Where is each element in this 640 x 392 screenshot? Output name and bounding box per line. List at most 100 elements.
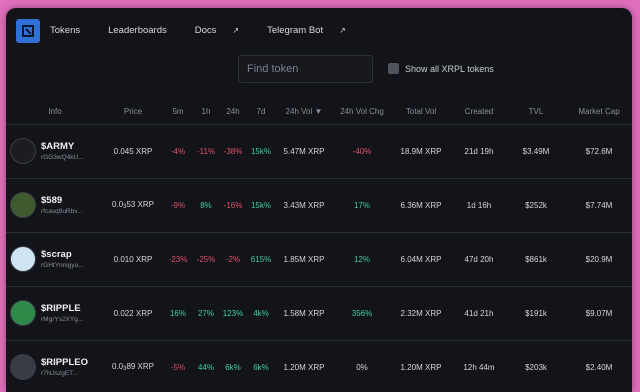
tvl-value: $191k — [506, 285, 566, 340]
price-value: 0.045 XRP — [113, 146, 153, 156]
token-address: rfcasq9uRbv... — [41, 207, 83, 215]
token-name: $ARMY — [41, 140, 75, 152]
change-24h: 123% — [218, 285, 248, 340]
tvl-value: $203k — [506, 339, 566, 392]
change-1h: 8% — [194, 177, 218, 232]
nav-docs[interactable]: Docs ↗ — [195, 25, 253, 36]
change-7d: 6k% — [248, 339, 274, 392]
token-info-cell[interactable]: $589 rfcasq9uRbv... — [6, 177, 104, 232]
token-avatar — [10, 354, 36, 381]
vol-24h: 1.85M XRP — [274, 231, 334, 286]
change-24h: -2% — [218, 231, 248, 286]
vol-24h: 1.58M XRP — [274, 285, 334, 340]
price-cell: 0.022 XRP — [104, 285, 162, 340]
token-info-cell[interactable]: $ARMY rGG3wQ4kU... — [6, 123, 104, 178]
nav-tokens[interactable]: Tokens — [50, 25, 94, 36]
table-row[interactable]: $scrap rGHtYnnigyu... 0.010 XRP -23% -25… — [6, 231, 632, 286]
vol-24h-change: 356% — [334, 285, 390, 340]
total-vol: 6.04M XRP — [390, 231, 452, 286]
token-info-cell[interactable]: $scrap rGHtYnnigyu... — [6, 231, 104, 286]
token-address: rMgrYs2XYg... — [41, 315, 84, 323]
change-5m: -5% — [162, 339, 194, 392]
col-market-cap[interactable]: Market Cap — [566, 100, 632, 124]
nav-leaderboards[interactable]: Leaderboards — [108, 25, 181, 36]
change-7d: 15k% — [248, 123, 274, 178]
token-info-cell[interactable]: $RIPPLE rMgrYs2XYg... — [6, 285, 104, 340]
total-vol: 1.20M XRP — [390, 339, 452, 392]
col-info[interactable]: Info — [6, 100, 104, 124]
col-price[interactable]: Price — [104, 100, 162, 124]
token-avatar — [10, 300, 36, 326]
price-value: 0.010 XRP — [113, 254, 153, 264]
table-row[interactable]: $RIPPLE rMgrYs2XYg... 0.022 XRP 16% 27% … — [6, 285, 632, 340]
token-avatar — [10, 138, 36, 164]
change-7d: 15k% — [248, 177, 274, 232]
token-name: $scrap — [41, 248, 72, 260]
tvl-value: $861k — [506, 231, 566, 286]
change-5m: 16% — [162, 285, 194, 340]
change-1h: -25% — [194, 231, 218, 286]
token-address: r7NJszgET... — [41, 369, 78, 377]
price-value: 0.0353 XRP — [111, 200, 155, 210]
external-link-icon: ↗ — [339, 26, 346, 35]
app-window: Tokens Leaderboards Docs ↗ Telegram Bot ↗ … — [6, 8, 632, 392]
col-created[interactable]: Created — [452, 100, 506, 124]
market-cap-value: $72.6M — [566, 123, 632, 178]
market-cap-value: $7.74M — [566, 177, 632, 232]
token-avatar — [10, 192, 36, 218]
market-cap-value: $2.40M — [566, 339, 632, 392]
col-tvl[interactable]: TVL — [506, 100, 566, 124]
nav-links: Tokens Leaderboards Docs ↗ Telegram Bot ↗ — [50, 25, 374, 36]
created-age: 41d 21h — [452, 285, 506, 340]
tvl-value: $252k — [506, 177, 566, 232]
change-5m: -9% — [162, 177, 194, 232]
xrpl-checkbox[interactable] — [388, 63, 399, 74]
price-cell: 0.0353 XRP — [104, 177, 162, 232]
tokens-table: Info Price 5m 1h 24h 7d 24h Vol ▼ 24h Vo… — [6, 100, 632, 392]
price-cell: 0.010 XRP — [104, 231, 162, 286]
token-avatar — [10, 246, 36, 272]
change-24h: -38% — [218, 123, 248, 178]
table-row[interactable]: $ARMY rGG3wQ4kU... 0.045 XRP -4% -11% -3… — [6, 123, 632, 178]
created-age: 1d 16h — [452, 177, 506, 232]
col-1h[interactable]: 1h — [194, 100, 218, 124]
vol-24h-change: 12% — [334, 231, 390, 286]
nav-telegram-bot[interactable]: Telegram Bot ↗ — [267, 25, 360, 36]
table-row[interactable]: $589 rfcasq9uRbv... 0.0353 XRP -9% 8% -1… — [6, 177, 632, 232]
col-24h-vol[interactable]: 24h Vol ▼ — [274, 100, 334, 124]
vol-24h-change: 0% — [334, 339, 390, 392]
change-7d: 4k% — [248, 285, 274, 340]
show-all-xrpl-toggle[interactable]: Show all XRPL tokens — [388, 63, 494, 74]
vol-24h-change: 17% — [334, 177, 390, 232]
col-total-vol[interactable]: Total Vol — [390, 100, 452, 124]
xrpl-toggle-label: Show all XRPL tokens — [405, 63, 494, 74]
col-24h-vol-chg[interactable]: 24h Vol Chg — [334, 100, 390, 124]
col-24h[interactable]: 24h — [218, 100, 248, 124]
change-5m: -23% — [162, 231, 194, 286]
price-value: 0.0389 XRP — [111, 362, 155, 373]
change-1h: 44% — [194, 339, 218, 392]
change-24h: 6k% — [218, 339, 248, 392]
col-7d[interactable]: 7d — [248, 100, 274, 124]
top-nav: Tokens Leaderboards Docs ↗ Telegram Bot ↗ — [6, 8, 632, 48]
external-link-icon: ↗ — [232, 26, 240, 35]
brand-logo[interactable] — [16, 19, 40, 43]
price-cell: 0.045 XRP — [104, 123, 162, 178]
created-age: 47d 20h — [452, 231, 506, 286]
change-5m: -4% — [162, 123, 194, 178]
vol-24h-change: -40% — [334, 123, 390, 178]
total-vol: 6.36M XRP — [390, 177, 452, 232]
token-info-cell[interactable]: $RIPPLEO r7NJszgET... — [6, 339, 104, 392]
price-value: 0.022 XRP — [113, 308, 153, 318]
market-cap-value: $9.07M — [566, 285, 632, 340]
table-row[interactable]: $RIPPLEO r7NJszgET... 0.0389 XRP -5% 44%… — [6, 339, 632, 392]
tvl-value: $3.49M — [506, 123, 566, 178]
col-5m[interactable]: 5m — [162, 100, 194, 124]
search-input[interactable] — [238, 55, 373, 83]
vol-24h: 5.47M XRP — [274, 123, 334, 178]
token-name: $RIPPLEO — [41, 356, 88, 368]
price-cell: 0.0389 XRP — [104, 339, 162, 392]
change-24h: -16% — [218, 177, 248, 232]
created-age: 12h 44m — [452, 339, 506, 392]
token-name: $RIPPLE — [41, 302, 81, 314]
